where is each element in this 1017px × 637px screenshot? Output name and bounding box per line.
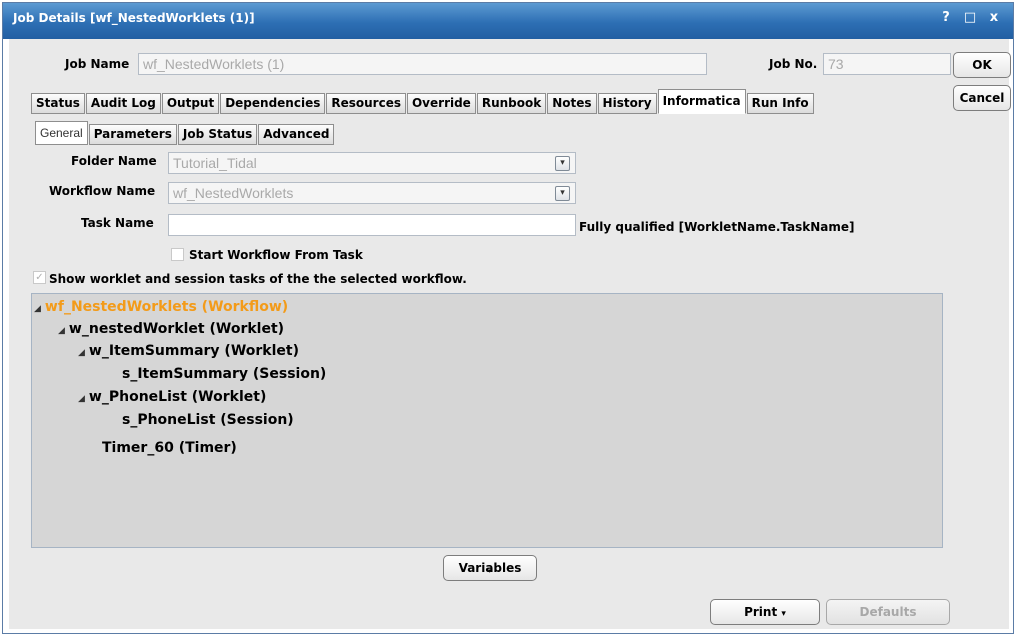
- tree-node-label: wf_NestedWorklets (Workflow): [44, 299, 289, 315]
- expanded-triangle-icon[interactable]: ◢: [34, 304, 41, 314]
- workflow-dropdown-chevron-icon[interactable]: ▾: [555, 186, 570, 201]
- tree-node-label: w_ItemSummary (Worklet): [88, 343, 299, 359]
- workflow-name-label: Workflow Name: [49, 184, 156, 198]
- tree-node-label: s_PhoneList (Session): [122, 412, 294, 428]
- tab-runbook[interactable]: Runbook: [476, 93, 547, 114]
- task-name-input[interactable]: [168, 214, 576, 236]
- expanded-triangle-icon[interactable]: ◢: [78, 394, 85, 404]
- job-no-label: Job No.: [769, 57, 818, 71]
- subtab-advanced[interactable]: Advanced: [258, 124, 335, 145]
- subtab-parameters[interactable]: Parameters: [88, 124, 177, 145]
- tree-node-label: Timer_60 (Timer): [102, 440, 237, 456]
- variables-button[interactable]: Variables ▾: [443, 555, 537, 581]
- chevron-down-icon: ▾: [781, 609, 786, 619]
- subtab-general[interactable]: General: [35, 121, 88, 145]
- job-name-field[interactable]: wf_NestedWorklets (1): [138, 53, 707, 75]
- window-title: Job Details [wf_NestedWorklets (1)]: [13, 11, 255, 25]
- tab-history[interactable]: History: [597, 93, 657, 114]
- start-from-task-label: Start Workflow From Task: [189, 248, 363, 262]
- job-no-field[interactable]: 73: [823, 53, 951, 75]
- subtab-job-status[interactable]: Job Status: [177, 124, 258, 145]
- print-button[interactable]: Print ▾: [710, 599, 820, 625]
- tree-node-label: w_PhoneList (Worklet): [88, 389, 267, 405]
- tree-node-worklet[interactable]: ◢ w_ItemSummary (Worklet): [78, 343, 299, 359]
- tree-node-label: s_ItemSummary (Session): [122, 366, 327, 382]
- tree-node-session[interactable]: s_PhoneList (Session): [122, 412, 294, 428]
- tree-node-worklet[interactable]: ◢ w_nestedWorklet (Worklet): [58, 321, 284, 337]
- close-icon[interactable]: x: [985, 10, 1003, 25]
- tree-node-workflow[interactable]: ◢ wf_NestedWorklets (Workflow): [34, 299, 288, 315]
- show-tasks-checkbox[interactable]: ✓: [33, 271, 46, 284]
- tab-override[interactable]: Override: [406, 93, 476, 114]
- job-details-window: Job Details [wf_NestedWorklets (1)] ? □ …: [2, 2, 1014, 634]
- task-name-hint: Fully qualified [WorkletName.TaskName]: [579, 220, 855, 234]
- tree-node-session[interactable]: s_ItemSummary (Session): [122, 366, 326, 382]
- folder-dropdown-chevron-icon[interactable]: ▾: [555, 156, 570, 171]
- tab-informatica[interactable]: Informatica: [657, 89, 746, 114]
- task-name-label: Task Name: [81, 216, 154, 230]
- chevron-down-icon: ▾: [488, 567, 492, 575]
- folder-name-select[interactable]: Tutorial_Tidal: [168, 152, 576, 174]
- workflow-name-select[interactable]: wf_NestedWorklets: [168, 182, 576, 204]
- help-icon[interactable]: ?: [937, 10, 955, 25]
- tab-audit-log[interactable]: Audit Log: [85, 93, 161, 114]
- main-tab-bar: Status Audit Log Output Dependencies Resourc…: [31, 89, 815, 114]
- tab-output[interactable]: Output: [161, 93, 220, 114]
- expanded-triangle-icon[interactable]: ◢: [58, 326, 65, 336]
- maximize-icon[interactable]: □: [961, 10, 979, 25]
- start-from-task-checkbox[interactable]: [171, 248, 184, 261]
- print-button-label: Print: [744, 605, 778, 619]
- workflow-tree[interactable]: ◢ wf_NestedWorklets (Workflow) ◢ w_nestedW…: [31, 293, 943, 548]
- tree-node-timer[interactable]: Timer_60 (Timer): [102, 440, 237, 456]
- cancel-button[interactable]: Cancel: [953, 85, 1011, 111]
- dialog-body: Job Name wf_NestedWorklets (1) Job No. 7…: [9, 39, 1011, 629]
- tab-notes[interactable]: Notes: [547, 93, 597, 114]
- title-bar[interactable]: Job Details [wf_NestedWorklets (1)] ? □ …: [3, 3, 1013, 39]
- sub-tab-bar: General Parameters Job Status Advanced: [35, 121, 335, 145]
- job-name-label: Job Name: [65, 57, 130, 71]
- ok-button[interactable]: OK: [953, 52, 1011, 78]
- tree-node-label: w_nestedWorklet (Worklet): [68, 321, 285, 337]
- folder-name-label: Folder Name: [71, 154, 157, 168]
- defaults-button[interactable]: Defaults: [826, 599, 950, 625]
- tab-run-info[interactable]: Run Info: [746, 93, 814, 114]
- tab-resources[interactable]: Resources: [326, 93, 406, 114]
- show-tasks-label: Show worklet and session tasks of the th…: [49, 272, 467, 286]
- expanded-triangle-icon[interactable]: ◢: [78, 348, 85, 358]
- tab-status[interactable]: Status: [31, 93, 85, 114]
- tree-node-worklet[interactable]: ◢ w_PhoneList (Worklet): [78, 389, 266, 405]
- tab-dependencies[interactable]: Dependencies: [220, 93, 326, 114]
